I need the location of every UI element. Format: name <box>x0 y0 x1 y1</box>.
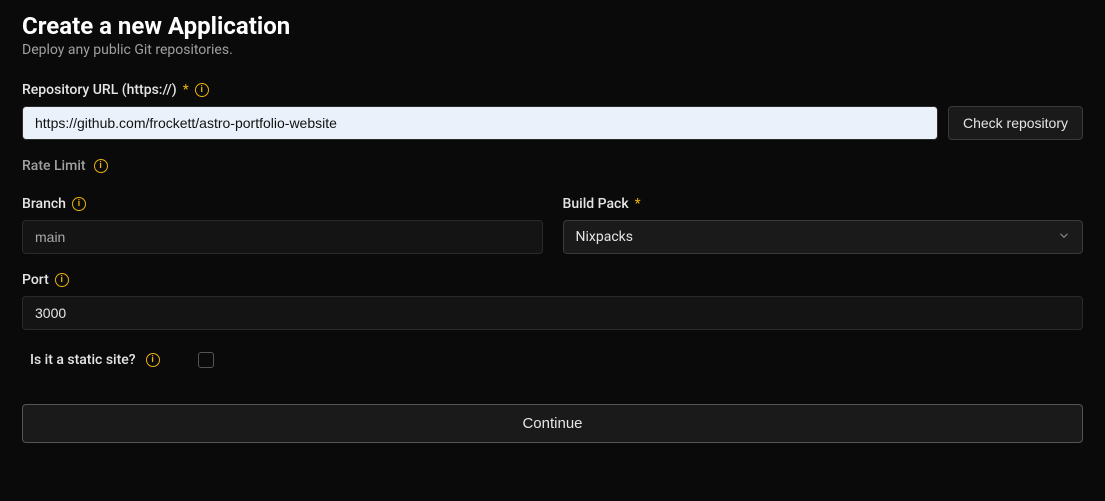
check-repository-button[interactable]: Check repository <box>948 106 1083 140</box>
branch-label: Branch <box>22 196 66 212</box>
required-asterisk: * <box>635 196 641 212</box>
continue-button[interactable]: Continue <box>22 404 1083 443</box>
repo-url-label-row: Repository URL (https://) * i <box>22 82 1083 98</box>
info-icon[interactable]: i <box>94 159 108 173</box>
static-site-row: Is it a static site? i <box>22 352 1083 368</box>
page-title: Create a new Application <box>22 12 1083 40</box>
info-icon[interactable]: i <box>72 197 86 211</box>
repo-url-row: Check repository <box>22 106 1083 140</box>
required-asterisk: * <box>183 82 189 98</box>
build-pack-column: Build Pack * Nixpacks <box>563 196 1084 254</box>
build-pack-label: Build Pack <box>563 196 629 212</box>
port-label: Port <box>22 272 49 288</box>
build-pack-select[interactable]: Nixpacks <box>563 220 1084 254</box>
page-subtitle: Deploy any public Git repositories. <box>22 42 1083 58</box>
rate-limit-row: Rate Limit i <box>22 158 1083 174</box>
port-section: Port i <box>22 272 1083 330</box>
branch-column: Branch i <box>22 196 543 254</box>
port-input[interactable] <box>22 296 1083 330</box>
repo-url-label: Repository URL (https://) <box>22 82 177 98</box>
info-icon[interactable]: i <box>195 83 209 97</box>
branch-input[interactable] <box>22 220 543 254</box>
info-icon[interactable]: i <box>146 353 160 367</box>
rate-limit-label: Rate Limit <box>22 158 86 174</box>
repo-url-input[interactable] <box>22 106 938 140</box>
static-site-label: Is it a static site? <box>30 352 136 368</box>
static-site-checkbox[interactable] <box>198 352 214 368</box>
info-icon[interactable]: i <box>55 273 69 287</box>
